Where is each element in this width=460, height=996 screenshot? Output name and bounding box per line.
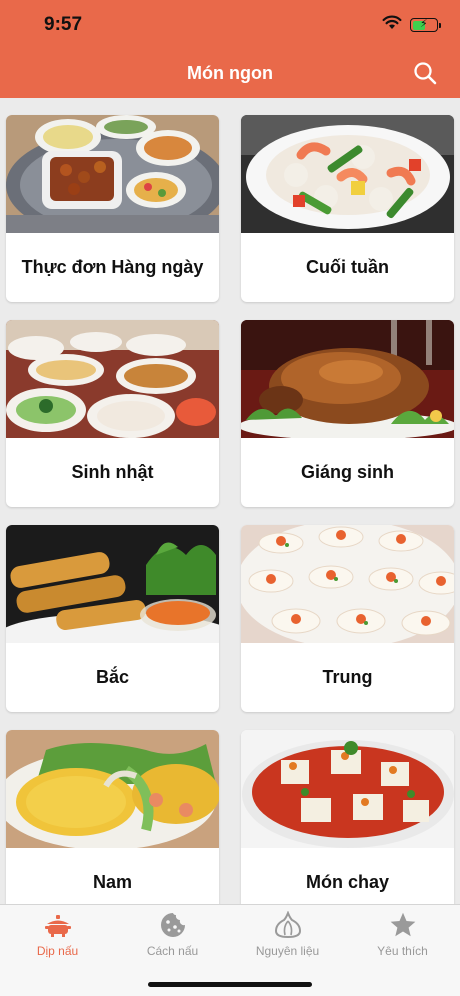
tab-label: Cách nấu xyxy=(146,944,199,958)
category-card-daily-menu[interactable]: Thực đơn Hàng ngày xyxy=(6,115,219,302)
search-button[interactable] xyxy=(410,58,440,88)
weekend-image xyxy=(241,115,454,233)
home-indicator xyxy=(148,982,312,987)
birthday-image xyxy=(6,320,219,438)
tab-occasions[interactable]: Dịp nấu xyxy=(0,911,115,963)
card-label: Thực đơn Hàng ngày xyxy=(21,257,204,277)
star-icon xyxy=(390,912,415,937)
christmas-image xyxy=(241,320,454,438)
tab-favorites[interactable]: Yêu thích xyxy=(345,911,460,963)
daily-menu-image xyxy=(6,115,219,233)
category-card-vegetarian[interactable]: Món chay xyxy=(241,730,454,904)
wifi-icon xyxy=(382,15,402,35)
battery-icon: ⚡ xyxy=(410,18,441,32)
cookie-icon xyxy=(160,913,185,937)
tab-ingredients[interactable]: Nguyên liệu xyxy=(230,911,345,963)
category-card-weekend[interactable]: Cuối tuần xyxy=(241,115,454,302)
category-card-south[interactable]: Nam xyxy=(6,730,219,904)
status-time: 9:57 xyxy=(44,14,83,35)
card-label: Trung xyxy=(322,667,373,687)
central-image xyxy=(241,525,454,643)
south-image xyxy=(6,730,219,848)
card-label: Cuối tuần xyxy=(306,257,389,277)
category-card-birthday[interactable]: Sinh nhật xyxy=(6,320,219,507)
app-header: 9:57 ⚡ Món ngon xyxy=(0,0,460,98)
tab-label: Nguyên liệu xyxy=(255,944,320,958)
tab-label: Yêu thích xyxy=(377,944,428,958)
category-card-christmas[interactable]: Giáng sinh xyxy=(241,320,454,507)
page-title: Món ngon xyxy=(187,63,273,83)
vegetarian-image xyxy=(241,730,454,848)
card-label: Nam xyxy=(92,872,132,892)
card-label: Giáng sinh xyxy=(300,462,394,482)
card-label: Sinh nhật xyxy=(71,462,154,482)
search-icon xyxy=(414,62,437,85)
tab-label: Dịp nấu xyxy=(36,944,79,958)
status-icons: ⚡ xyxy=(382,15,441,35)
card-label: Món chay xyxy=(305,872,389,892)
tab-cooking-methods[interactable]: Cách nấu xyxy=(115,911,230,963)
garlic-icon xyxy=(274,911,301,939)
category-card-north[interactable]: Bắc xyxy=(6,525,219,712)
card-label: Bắc xyxy=(95,667,130,687)
category-grid: Thực đơn Hàng ngày Cuối tuần Sinh nhật G… xyxy=(0,98,460,904)
cooking-pot-icon xyxy=(44,915,71,937)
north-image xyxy=(6,525,219,643)
category-card-central[interactable]: Trung xyxy=(241,525,454,712)
